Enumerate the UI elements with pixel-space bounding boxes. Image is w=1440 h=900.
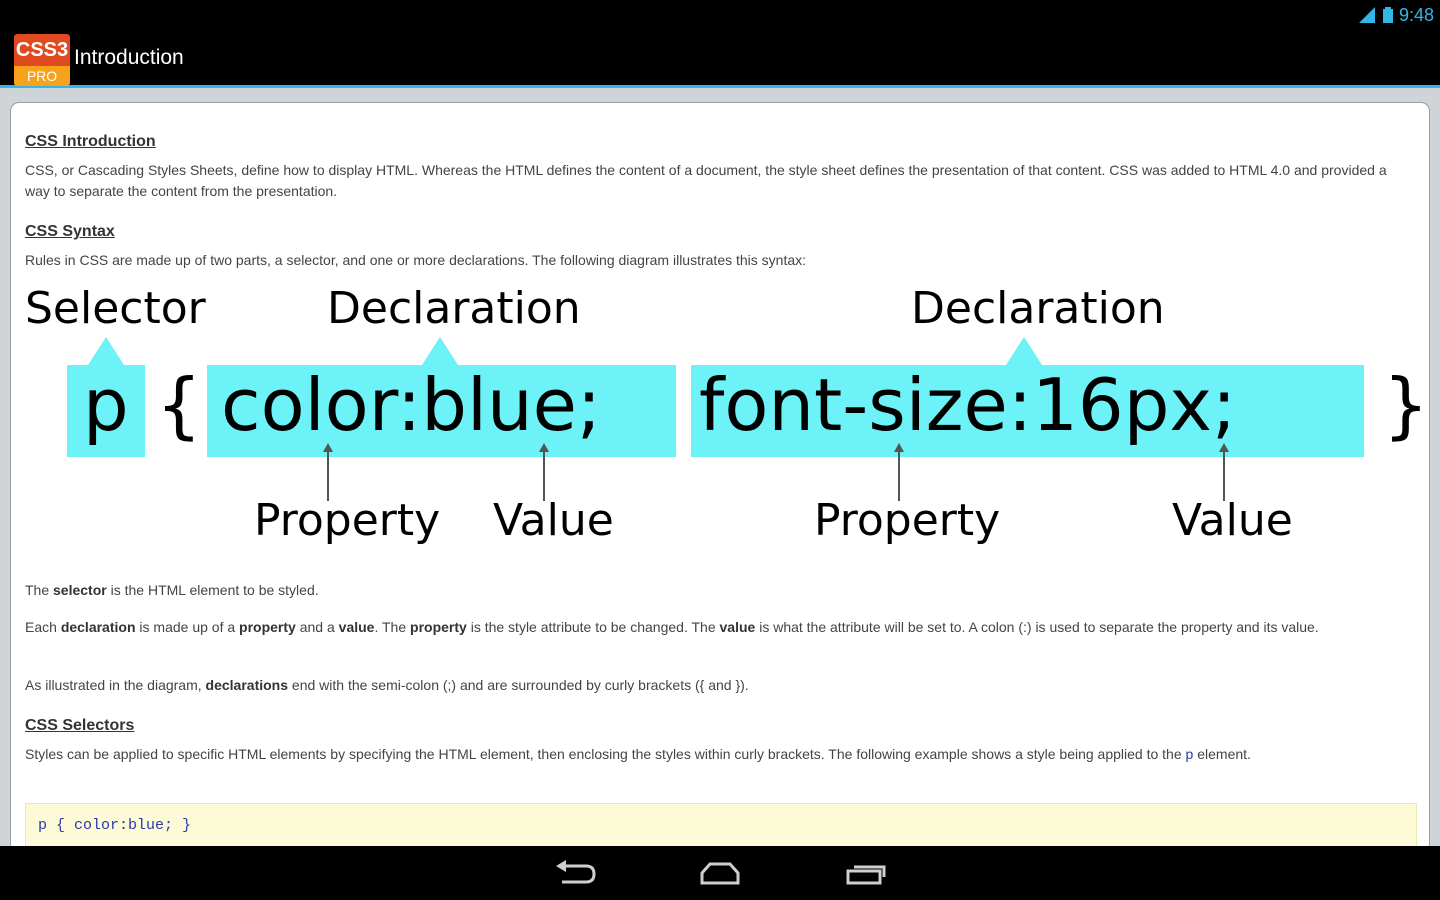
property-label-1: Property — [254, 495, 441, 546]
back-icon — [556, 860, 596, 884]
property-arrow-1 — [327, 451, 329, 501]
navigation-bar — [0, 846, 1440, 900]
declaration-code-1: color:blue; — [221, 363, 602, 447]
value-label-2: Value — [1172, 495, 1293, 546]
value-label-1: Value — [493, 495, 614, 546]
selector-pointer — [88, 337, 124, 365]
status-icons: 9:48 — [1357, 4, 1434, 26]
status-bar: 9:48 — [0, 0, 1440, 32]
declaration-explanation: Each declaration is made up of a propert… — [25, 619, 1319, 635]
declaration-pointer-1 — [422, 337, 458, 365]
heading-css-syntax: CSS Syntax — [25, 223, 115, 240]
action-bar: CSS3 PRO Introduction — [0, 32, 1440, 88]
declarations-end-explanation: As illustrated in the diagram, declarati… — [25, 677, 749, 693]
signal-icon — [1358, 7, 1375, 23]
selectors-paragraph: Styles can be applied to specific HTML e… — [25, 746, 1251, 762]
selector-label: Selector — [25, 283, 206, 334]
intro-paragraph: CSS, or Cascading Styles Sheets, define … — [25, 162, 1387, 199]
declaration-code-2: font-size:16px; — [699, 363, 1237, 447]
property-arrow-2 — [898, 451, 900, 501]
selector-explanation: The selector is the HTML element to be s… — [25, 582, 319, 598]
value-arrow-2 — [1223, 451, 1225, 501]
app-logo[interactable]: CSS3 PRO — [14, 34, 70, 88]
code-example: p { color:blue; } — [38, 817, 192, 834]
value-arrow-1 — [543, 451, 545, 501]
css-syntax-diagram: Selector Declaration Declaration p { col… — [11, 273, 1429, 563]
property-label-2: Property — [814, 495, 1001, 546]
logo-text-pro: PRO — [14, 66, 70, 86]
heading-css-introduction: CSS Introduction — [25, 133, 156, 150]
syntax-paragraph: Rules in CSS are made up of two parts, a… — [25, 252, 807, 268]
heading-css-selectors: CSS Selectors — [25, 717, 135, 734]
home-icon — [700, 862, 740, 885]
selector-code: p — [83, 363, 129, 447]
home-button[interactable] — [696, 856, 744, 890]
content-card[interactable]: CSS Introduction CSS, or Cascading Style… — [10, 102, 1430, 862]
recent-apps-button[interactable] — [842, 856, 890, 890]
declaration-pointer-2 — [1006, 337, 1042, 365]
declaration-label-1: Declaration — [327, 283, 581, 334]
status-time: 9:48 — [1398, 4, 1434, 25]
open-brace: { — [156, 363, 202, 447]
page-title: Introduction — [74, 46, 184, 69]
back-button[interactable] — [552, 856, 600, 890]
recent-apps-icon — [846, 865, 886, 885]
close-brace: } — [1383, 363, 1429, 447]
logo-text-css3: CSS3 — [14, 34, 70, 66]
declaration-label-2: Declaration — [911, 283, 1165, 334]
battery-icon — [1382, 7, 1393, 23]
